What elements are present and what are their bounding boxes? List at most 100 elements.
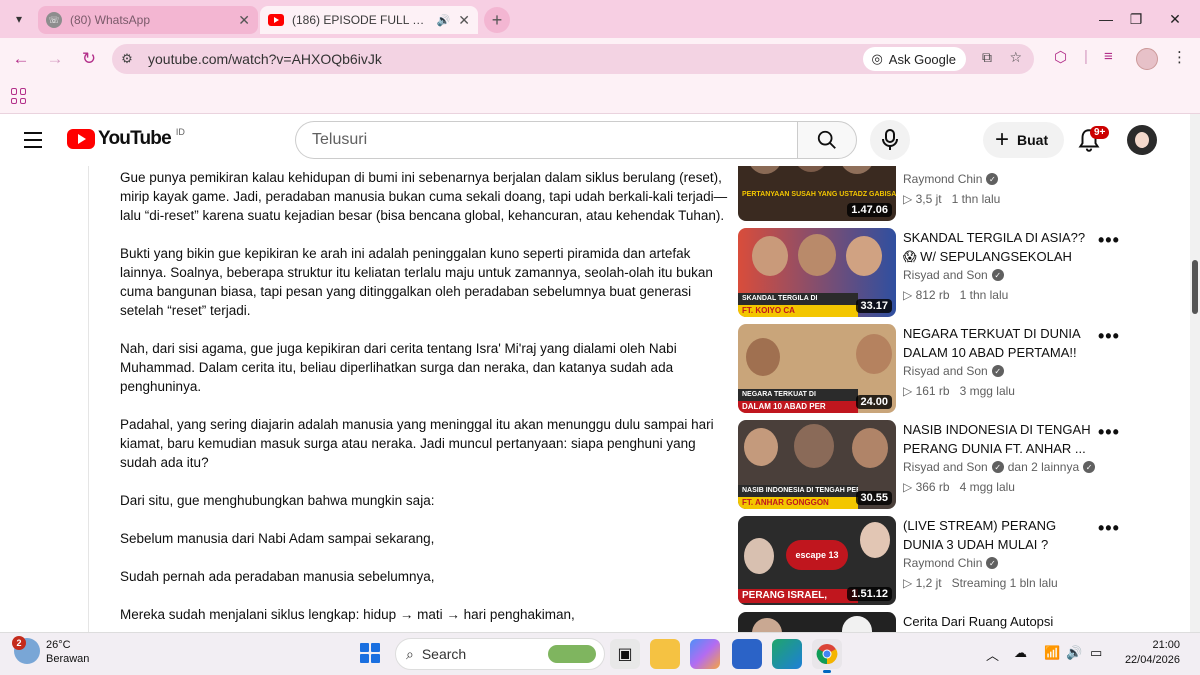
bookmark-star-icon[interactable]: ☆	[1009, 49, 1022, 66]
channel-name[interactable]: Raymond Chin ✓	[903, 556, 999, 570]
close-tab-icon[interactable]: ✕	[238, 12, 250, 29]
channel-label: Raymond Chin	[903, 556, 983, 570]
reload-button[interactable]: ↻	[78, 48, 100, 70]
video-title[interactable]: SKANDAL TERGILA DI ASIA?? 😱 W/ SEPULANGS…	[903, 228, 1093, 266]
view-count: 3,5 jt	[915, 192, 942, 206]
video-title[interactable]: NEGARA TERKUAT DI DUNIA DALAM 10 ABAD PE…	[903, 324, 1093, 362]
recommended-video[interactable]: NEGARA TERKUAT DI DALAM 10 ABAD PER 24.0…	[738, 324, 1178, 414]
forward-button[interactable]: →	[44, 48, 66, 70]
more-options-icon[interactable]: •••	[1098, 326, 1120, 347]
video-title[interactable]: NASIB INDONESIA DI TENGAH PERANG DUNIA F…	[903, 420, 1093, 458]
install-app-icon[interactable]: ⧉	[982, 49, 992, 66]
page-scrollbar[interactable]	[1190, 114, 1200, 632]
thumbnail-face	[852, 428, 888, 468]
new-tab-button[interactable]: +	[484, 7, 510, 33]
wifi-icon[interactable]: 📶	[1044, 645, 1060, 661]
back-button[interactable]: ←	[10, 48, 32, 70]
edge-browser-icon[interactable]	[772, 639, 802, 669]
speaker-icon[interactable]: 🔊	[437, 14, 451, 27]
create-label: Buat	[1017, 132, 1049, 148]
recommended-video[interactable]: NASIB INDONESIA DI TENGAH PER FT. ANHAR …	[738, 420, 1178, 510]
channel-label: Raymond Chin	[903, 172, 983, 186]
scrollbar-thumb[interactable]	[1192, 260, 1198, 314]
microsoft-store-icon[interactable]	[732, 639, 762, 669]
extensions-icon[interactable]: ⬡	[1054, 48, 1067, 66]
thumbnail-subtext: FT. KOIYO CA	[738, 305, 858, 317]
video-description: Gue punya pemikiran kalau kehidupan di b…	[120, 168, 730, 643]
more-options-icon[interactable]: •••	[1098, 518, 1120, 539]
copilot-icon[interactable]	[690, 639, 720, 669]
view-count: 812 rb	[915, 288, 950, 302]
more-options-icon[interactable]: •••	[1098, 422, 1120, 443]
weather-widget[interactable]: 2 26°C Berawan	[12, 636, 89, 666]
site-info-icon[interactable]: ⚙	[112, 51, 142, 67]
channel-name[interactable]: Risyad and Son ✓	[903, 268, 1004, 282]
windows-start-icon[interactable]	[360, 643, 380, 663]
channel-name[interactable]: Risyad and Son ✓	[903, 364, 1004, 378]
apps-grid-icon[interactable]	[11, 88, 27, 104]
recommended-video[interactable]: Cerita Dari Ruang Autopsi	[738, 612, 1178, 632]
tab-whatsapp[interactable]: ☏ (80) WhatsApp ✕	[38, 6, 258, 34]
recommended-video[interactable]: SKANDAL TERGILA DI FT. KOIYO CA 33.17 SK…	[738, 228, 1178, 318]
reading-list-icon[interactable]: ≡	[1104, 48, 1113, 65]
battery-icon[interactable]: ▭	[1090, 645, 1102, 661]
close-tab-icon[interactable]: ✕	[458, 12, 470, 29]
video-thumbnail[interactable]: NEGARA TERKUAT DI DALAM 10 ABAD PER 24.0…	[738, 324, 896, 413]
view-count: 1,2 jt	[915, 576, 942, 590]
thumbnail-face	[840, 166, 874, 174]
browser-tab-strip: ▾ ☏ (80) WhatsApp ✕ (186) EPISODE FULL K…	[0, 0, 1200, 38]
chrome-browser-icon[interactable]	[812, 639, 842, 673]
show-hidden-icons-chevron-icon[interactable]: ︿	[986, 645, 999, 664]
onedrive-cloud-icon[interactable]: ☁	[1014, 645, 1027, 661]
view-count: 161 rb	[915, 384, 950, 398]
close-window-button[interactable]: ✕	[1150, 0, 1200, 38]
video-title[interactable]: (LIVE STREAM) PERANG DUNIA 3 UDAH MULAI …	[903, 516, 1093, 554]
video-thumbnail[interactable]: SKANDAL TERGILA DI FT. KOIYO CA 33.17	[738, 228, 896, 317]
tab-youtube[interactable]: (186) EPISODE FULL KONSPIRASI 🔊 ✕	[260, 6, 478, 34]
address-bar[interactable]: ⚙ youtube.com/watch?v=AHXOQb6ivJk ◎ Ask …	[112, 44, 1034, 74]
upload-age: 4 mgg lalu	[959, 480, 1015, 494]
recommended-video[interactable]: escape 13 PERANG ISRAEL, 1.51.12 (LIVE S…	[738, 516, 1178, 606]
account-avatar[interactable]	[1127, 125, 1157, 155]
more-options-icon[interactable]: •••	[1098, 230, 1120, 251]
ask-google-button[interactable]: ◎ Ask Google	[863, 47, 966, 71]
browser-profile-avatar[interactable]	[1136, 48, 1158, 70]
taskbar-search-label: Search	[421, 646, 467, 662]
whatsapp-icon: ☏	[46, 12, 62, 28]
upload-age: Streaming 1 bln lalu	[951, 576, 1058, 590]
country-code: ID	[175, 127, 185, 137]
video-thumbnail[interactable]: NASIB INDONESIA DI TENGAH PER FT. ANHAR …	[738, 420, 896, 509]
search-highlight-image	[548, 645, 596, 663]
video-thumbnail[interactable]: escape 13 PERANG ISRAEL, 1.51.12	[738, 516, 896, 605]
tab-search-chevron-icon[interactable]: ▾	[6, 6, 32, 32]
bookmarks-bar	[0, 80, 1200, 114]
volume-icon[interactable]: 🔊	[1066, 645, 1082, 661]
video-thumbnail[interactable]: PERTANYAAN SUSAH YANG USTADZ GABISA JAWA…	[738, 166, 896, 221]
thumbnail-text: NASIB INDONESIA DI TENGAH PER	[738, 485, 858, 497]
create-button[interactable]: + Buat	[983, 122, 1065, 158]
weather-cloud-icon: 2	[12, 636, 40, 664]
voice-search-button[interactable]	[870, 120, 910, 160]
notification-badge: 9+	[1090, 126, 1110, 139]
comment-thread-line	[88, 166, 89, 632]
search-button[interactable]	[797, 121, 857, 159]
google-lens-icon: ◎	[871, 51, 883, 66]
task-view-icon[interactable]: ▣	[610, 639, 640, 669]
search-input[interactable]	[312, 131, 797, 149]
recommended-video[interactable]: PERTANYAAN SUSAH YANG USTADZ GABISA JAWA…	[738, 166, 1178, 222]
browser-menu-icon[interactable]: ⋮	[1172, 48, 1187, 66]
file-explorer-icon[interactable]	[650, 639, 680, 669]
taskbar-search[interactable]: ⌕ Search	[395, 638, 605, 670]
channel-label: Risyad and Son	[903, 268, 988, 282]
channel-name[interactable]: Risyad and Son ✓ dan 2 lainnya ✓	[903, 460, 1096, 474]
hamburger-menu-icon[interactable]	[24, 132, 42, 153]
video-thumbnail[interactable]	[738, 612, 896, 632]
channel-name[interactable]: Raymond Chin ✓	[903, 172, 999, 186]
thumbnail-subtext: DALAM 10 ABAD PER	[738, 401, 858, 413]
video-title[interactable]: Cerita Dari Ruang Autopsi	[903, 612, 1093, 631]
system-clock[interactable]: 21:00 22/04/2026	[1118, 638, 1180, 668]
youtube-logo[interactable]: YouTube ID	[67, 127, 185, 150]
video-meta: ▷ 3,5 jt 1 thn lalu	[903, 192, 1001, 206]
ask-google-label: Ask Google	[888, 51, 956, 67]
thumbnail-face	[856, 334, 892, 374]
